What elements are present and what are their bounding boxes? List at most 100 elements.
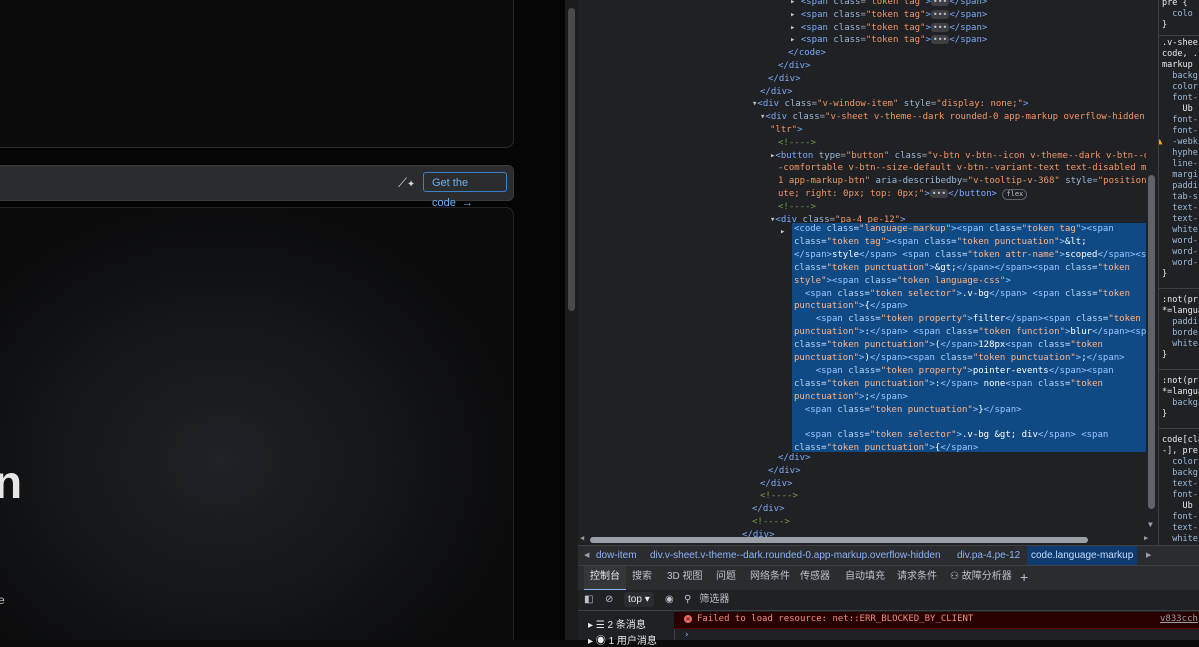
page-scrollbar[interactable] [565, 0, 578, 640]
dom-node-line[interactable]: </div> [778, 452, 811, 465]
style-rule-line[interactable]: code, . [1162, 49, 1198, 60]
style-rule-line[interactable]: Ub [1162, 501, 1192, 512]
dom-node-line[interactable]: <!----> [778, 201, 816, 214]
style-rule-line[interactable]: backg [1162, 71, 1198, 82]
breadcrumb-item-active[interactable]: code.language-markup [1027, 546, 1138, 565]
magic-wand-icon[interactable]: ⟋✦ [398, 176, 415, 192]
dom-node-line[interactable]: ▸<button type="button" class="v-btn v-bt… [770, 150, 1158, 163]
dom-node-line[interactable]: </div> [768, 73, 801, 86]
dom-node-line[interactable]: </code> [788, 47, 826, 60]
style-rule-line[interactable]: font- [1162, 115, 1198, 126]
elements-hscrollbar-thumb[interactable] [590, 537, 1088, 543]
style-rule-line[interactable]: text- [1162, 203, 1198, 214]
style-rule-line[interactable]: font- [1162, 490, 1198, 501]
style-rule-line[interactable]: *=langua [1162, 387, 1199, 398]
elements-scrollbar[interactable]: ▼ [1146, 0, 1158, 540]
style-rule-line[interactable]: paddi [1162, 181, 1198, 192]
style-rule-line[interactable]: text- [1162, 214, 1198, 225]
style-rule-line[interactable]: word- [1162, 247, 1198, 258]
style-rule-line[interactable]: white [1162, 534, 1198, 545]
style-rule-line[interactable]: paddi [1162, 317, 1198, 328]
dom-node-line[interactable]: </div> [778, 60, 811, 73]
dom-node-line[interactable]: ▸ [780, 226, 785, 239]
tab-autofill[interactable]: 自动填充 [845, 566, 885, 589]
breadcrumb-item[interactable]: div.pa-4.pe-12 [957, 546, 1020, 565]
style-rule-line[interactable]: :not(pr [1162, 376, 1198, 387]
style-rule-line[interactable]: color [1162, 82, 1198, 93]
style-rule-line[interactable]: text- [1162, 479, 1198, 490]
style-rule-line[interactable]: pre { [1162, 0, 1188, 9]
error-message[interactable]: × Failed to load resource: net::ERR_BLOC… [674, 612, 1199, 629]
page-scrollbar-thumb[interactable] [568, 8, 575, 311]
style-rule-line[interactable]: font- [1162, 512, 1198, 523]
style-rule-line[interactable]: :not(pr [1162, 295, 1198, 306]
style-rule-line[interactable]: backg [1162, 398, 1198, 409]
style-rule-line[interactable]: borde [1162, 328, 1198, 339]
style-rule-line[interactable]: white [1162, 339, 1198, 350]
filter-input[interactable]: ⚲ 筛选器 [684, 590, 729, 609]
dom-node-line[interactable]: <!----> [760, 490, 798, 503]
style-rule-line[interactable]: backg [1162, 468, 1198, 479]
style-rule-line[interactable]: } [1162, 20, 1167, 31]
console-prompt[interactable]: › [684, 630, 689, 640]
breadcrumb-right-icon[interactable]: ▶ [1146, 546, 1151, 565]
style-rule-line[interactable]: font- [1162, 93, 1198, 104]
style-rule-line[interactable]: -webk [1162, 137, 1198, 148]
style-rule-line[interactable]: word- [1162, 258, 1198, 269]
sidebar-item-messages[interactable]: ▸ ☰ 2 条消息 [588, 616, 646, 631]
breadcrumb-item[interactable]: div.v-sheet.v-theme--dark.rounded-0.app-… [650, 546, 941, 565]
style-rule-line[interactable]: font- [1162, 126, 1198, 137]
tab-troubleshooter[interactable]: ⚇ 故障分析器 [950, 566, 1012, 589]
scroll-left-icon[interactable]: ◀ [580, 534, 584, 542]
dom-node-line[interactable]: </div> [760, 86, 793, 99]
breadcrumb-left-icon[interactable]: ◀ [584, 546, 589, 565]
dom-node-line[interactable]: ▸ <span class="token tag"> ••• </span> [790, 9, 987, 22]
tab-console[interactable]: 控制台 [584, 566, 626, 591]
dom-node-line[interactable]: ▸ <span class="token tag"> ••• </span> [790, 0, 987, 9]
style-rule-line[interactable]: hyphe [1162, 148, 1198, 159]
dom-node-line[interactable]: <!----> [778, 137, 816, 150]
style-rule-line[interactable]: -], pre [1162, 446, 1198, 457]
dom-node-line[interactable]: ▾<div class="v-window-item" style="displ… [752, 98, 1028, 111]
tab-network-conditions[interactable]: 网络条件 [750, 566, 790, 589]
dom-node-line[interactable]: </div> [752, 503, 785, 516]
tab-3d-view[interactable]: 3D 视图 [667, 566, 703, 589]
get-the-code-button[interactable]: Get the code → [423, 172, 507, 209]
scroll-right-icon[interactable]: ▶ [1144, 534, 1148, 542]
style-rule-line[interactable]: code[cla [1162, 435, 1199, 446]
style-rule-line[interactable]: white [1162, 225, 1198, 236]
style-rule-line[interactable]: tab-s [1162, 192, 1198, 203]
dom-node-line[interactable]: 1 app-markup-btn" aria-describedby="v-to… [778, 175, 1158, 188]
dom-node-line[interactable]: </div> [768, 465, 801, 478]
style-rule-line[interactable]: color [1162, 457, 1198, 468]
style-rule-line[interactable]: markup [1162, 60, 1193, 71]
elements-tree[interactable]: ▸ <span class="token tag"> ••• </span> ▸ <s… [578, 0, 1158, 545]
dom-node-line[interactable]: ute; right: 0px; top: 0px;"> ••• </button>… [778, 188, 1028, 201]
scroll-down-icon[interactable]: ▼ [1148, 520, 1153, 529]
styles-pane[interactable]: pre { colo} .v-shee code, . markup backg co… [1158, 0, 1199, 545]
style-rule-line[interactable]: colo [1162, 9, 1192, 20]
style-rule-line[interactable]: text- [1162, 523, 1198, 534]
style-rule-line[interactable]: Ub [1162, 104, 1192, 115]
context-selector[interactable]: top ▾ [624, 592, 654, 607]
dom-node-line[interactable]: ▾<div class="v-sheet v-theme--dark round… [760, 111, 1158, 124]
clear-console-icon[interactable]: ⊘ [605, 590, 613, 609]
eye-icon[interactable]: ◉ [665, 590, 674, 609]
style-rule-line[interactable]: .v-shee [1162, 38, 1198, 49]
style-rule-line[interactable]: } [1162, 269, 1167, 280]
tab-sensors[interactable]: 传感器 [800, 566, 830, 589]
elements-hscrollbar[interactable]: ◀ ▶ [578, 534, 1158, 545]
dom-node-line[interactable]: ▸ <span class="token tag"> ••• </span> [790, 22, 987, 35]
style-rule-line[interactable]: } [1162, 409, 1167, 420]
add-tab-icon[interactable]: + [1020, 566, 1028, 588]
breadcrumb-item[interactable]: dow-item [596, 546, 637, 565]
dom-node-line[interactable]: "ltr"> [770, 124, 803, 137]
elements-scrollbar-thumb[interactable] [1148, 175, 1155, 509]
style-rule-line[interactable]: line- [1162, 159, 1198, 170]
warning-icon[interactable]: ▲ [1159, 137, 1162, 147]
tab-issues[interactable]: 问题 [716, 566, 736, 589]
dom-node-line[interactable]: -comfortable v-btn--size-default v-btn--… [778, 162, 1158, 175]
tab-search[interactable]: 搜索 [632, 566, 652, 589]
style-rule-line[interactable]: *=langua [1162, 306, 1199, 317]
style-rule-line[interactable]: word- [1162, 236, 1198, 247]
